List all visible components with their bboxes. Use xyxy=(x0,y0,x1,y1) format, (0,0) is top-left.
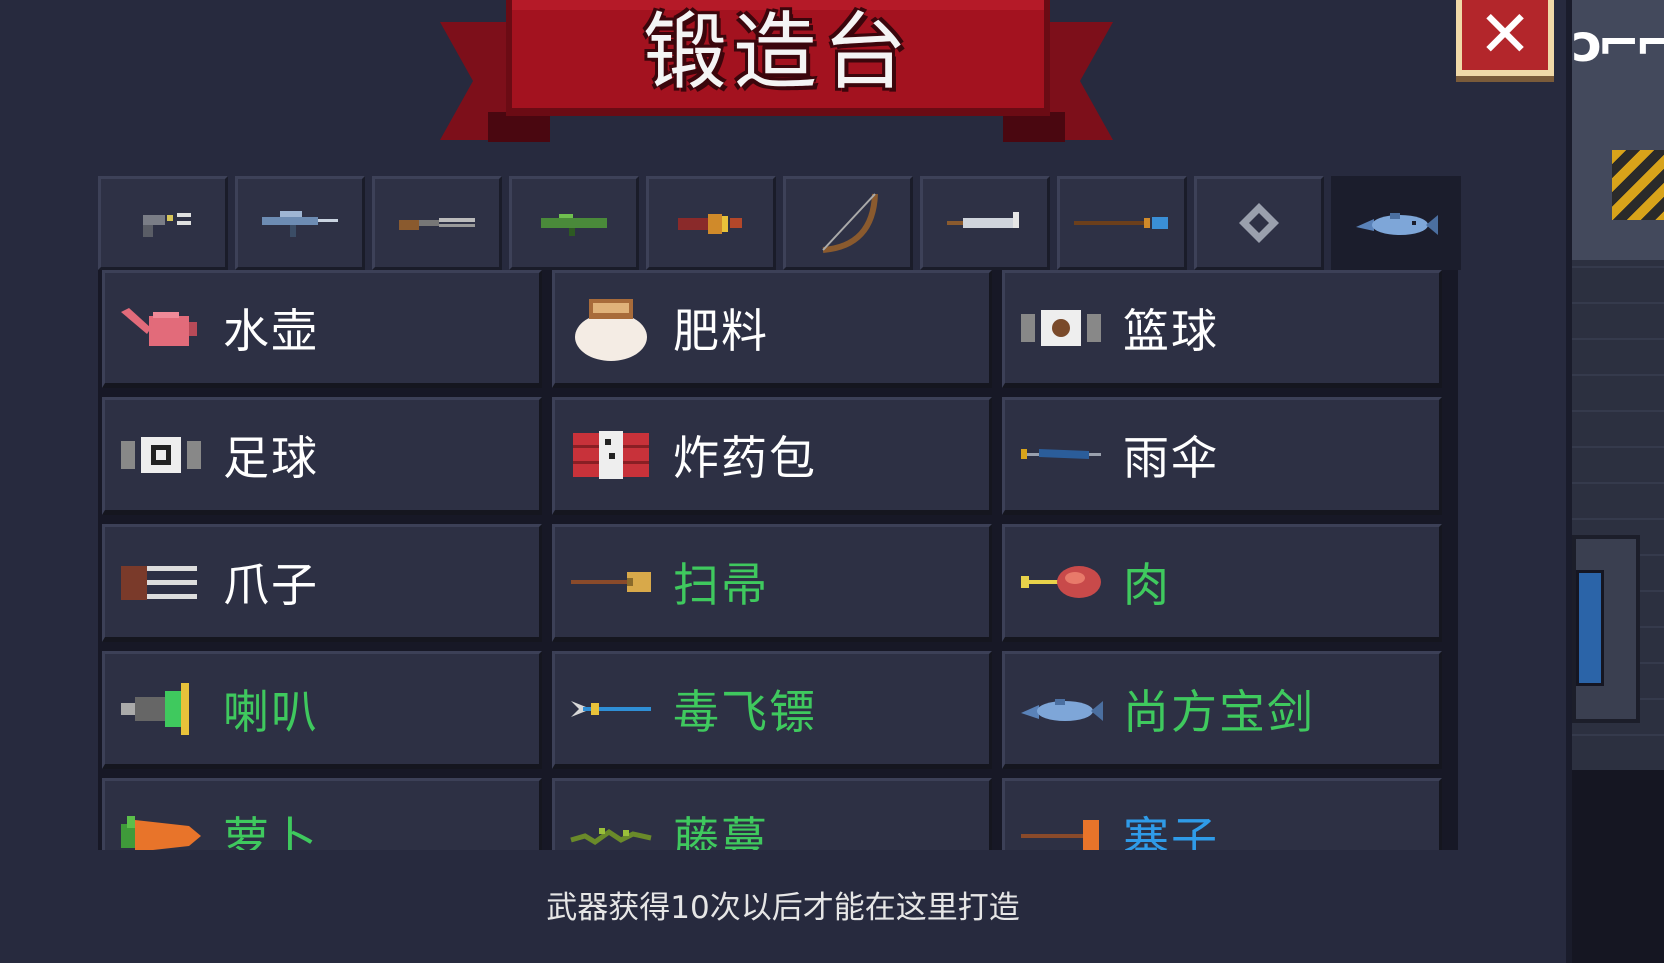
vine-icon xyxy=(570,828,652,845)
item-card-broom[interactable]: 扫帚 xyxy=(552,524,992,642)
tab-special-gun[interactable] xyxy=(646,176,776,270)
item-card-claw[interactable]: 爪子 xyxy=(102,524,542,642)
staff-icon xyxy=(1074,217,1168,229)
item-name: 萝卜 xyxy=(223,812,319,850)
item-name: 尚方宝剑 xyxy=(1123,685,1315,739)
tab-rifle[interactable] xyxy=(235,176,365,270)
title-banner: 锻造台 xyxy=(506,0,1050,116)
tab-staff[interactable] xyxy=(1057,176,1187,270)
item-name: 爪子 xyxy=(223,558,319,612)
item-card-meat[interactable]: 肉 xyxy=(1002,524,1442,642)
fish-sword-icon xyxy=(1021,699,1103,721)
tab-throwable[interactable] xyxy=(1194,176,1324,270)
item-name: 水壶 xyxy=(223,304,319,358)
item-card-basketball[interactable]: 篮球 xyxy=(1002,270,1442,388)
shotgun-icon xyxy=(399,218,475,230)
item-name: 雨伞 xyxy=(1123,431,1219,485)
dynamite-pack-icon xyxy=(573,431,649,479)
item-card-football[interactable]: 足球 xyxy=(102,397,542,515)
item-grid: 水壶 肥料 篮球 足球 炸药包 雨伞 爪子 扫帚 肉 喇叭 毒飞镖 尚方宝剑 萝… xyxy=(102,270,1442,850)
watering-can-icon xyxy=(121,308,197,346)
item-card-dynamite-pack[interactable]: 炸药包 xyxy=(552,397,992,515)
scene-machine: ɔ⌐⌐ xyxy=(1572,0,1664,266)
item-card-vine[interactable]: 藤蔓 xyxy=(552,778,992,850)
item-card-poison-dart[interactable]: 毒飞镖 xyxy=(552,651,992,769)
tab-sword[interactable] xyxy=(920,176,1050,270)
basketball-icon xyxy=(1021,310,1101,346)
fish-weapon-icon xyxy=(1356,213,1438,235)
carrot-icon xyxy=(121,816,201,850)
item-card-fertilizer[interactable]: 肥料 xyxy=(552,270,992,388)
scene-hazard-stripe xyxy=(1612,150,1664,220)
throwable-icon xyxy=(1239,203,1279,243)
item-name: 肉 xyxy=(1123,558,1171,612)
item-name: 塞子 xyxy=(1123,812,1219,850)
rifle-icon xyxy=(262,211,338,237)
close-x-icon: ✕ xyxy=(1478,0,1532,72)
item-card-umbrella[interactable]: 雨伞 xyxy=(1002,397,1442,515)
football-icon xyxy=(121,437,201,473)
item-name: 藤蔓 xyxy=(673,812,769,850)
special-gun-icon xyxy=(678,214,742,234)
bow-icon xyxy=(822,193,878,253)
fertilizer-bag-icon xyxy=(575,299,647,361)
item-name: 足球 xyxy=(223,431,319,485)
pistol-icon xyxy=(143,213,191,237)
forge-hint-text: 武器获得10次以后才能在这里打造 xyxy=(546,890,1020,926)
sword-icon xyxy=(947,212,1019,228)
weapon-category-tabs xyxy=(98,176,1461,270)
item-card-fish-sword[interactable]: 尚方宝剑 xyxy=(1002,651,1442,769)
launcher-icon xyxy=(541,214,607,236)
plunger-icon xyxy=(1021,820,1099,850)
item-card-carrot[interactable]: 萝卜 xyxy=(102,778,542,850)
tab-bow[interactable] xyxy=(783,176,913,270)
broom-icon xyxy=(571,572,651,592)
tab-fish-weapon[interactable] xyxy=(1331,176,1461,270)
tab-shotgun[interactable] xyxy=(372,176,502,270)
item-name: 肥料 xyxy=(673,304,769,358)
tab-launcher[interactable] xyxy=(509,176,639,270)
item-name: 毒飞镖 xyxy=(673,685,817,739)
item-name: 喇叭 xyxy=(223,685,319,739)
scene-pole xyxy=(1576,570,1604,686)
item-name: 炸药包 xyxy=(673,431,817,485)
tab-pistol[interactable] xyxy=(98,176,228,270)
background-scene: ɔ⌐⌐ xyxy=(1572,0,1664,963)
close-button[interactable]: ✕ xyxy=(1456,0,1554,76)
umbrella-icon xyxy=(1021,449,1101,459)
item-card-horn[interactable]: 喇叭 xyxy=(102,651,542,769)
item-name: 扫帚 xyxy=(673,558,769,612)
item-name: 篮球 xyxy=(1123,304,1219,358)
claw-icon xyxy=(121,566,197,600)
item-card-plunger[interactable]: 塞子 xyxy=(1002,778,1442,850)
poison-dart-icon xyxy=(571,701,651,717)
item-grid-viewport[interactable]: 水壶 肥料 篮球 足球 炸药包 雨伞 爪子 扫帚 肉 喇叭 毒飞镖 尚方宝剑 萝… xyxy=(98,270,1458,850)
meat-icon xyxy=(1021,566,1101,598)
item-card-watering-can[interactable]: 水壶 xyxy=(102,270,542,388)
page-title: 锻造台 xyxy=(642,3,913,101)
horn-icon xyxy=(121,683,189,735)
